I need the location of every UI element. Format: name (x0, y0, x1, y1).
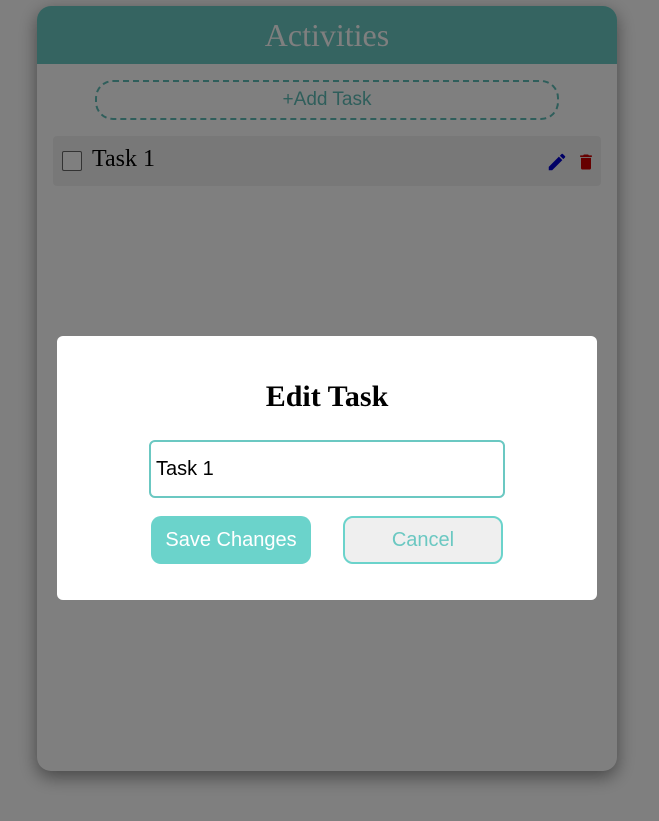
save-changes-button[interactable]: Save Changes (151, 516, 311, 564)
modal-title: Edit Task (265, 380, 389, 413)
task-name-input[interactable] (149, 440, 505, 498)
cancel-button[interactable]: Cancel (343, 516, 503, 564)
edit-task-modal: Edit Task Save Changes Cancel (57, 336, 597, 600)
